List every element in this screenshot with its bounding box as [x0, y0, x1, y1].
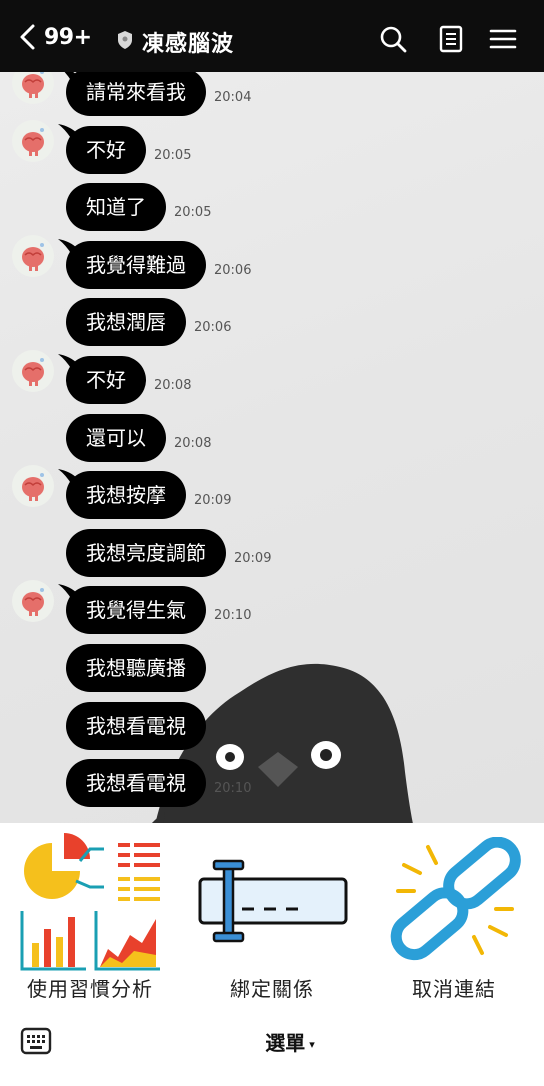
message-bubble[interactable]: 我覺得難過 — [66, 241, 206, 289]
unlink-icon — [390, 837, 521, 961]
bot-avatar[interactable] — [12, 465, 54, 507]
bot-avatar[interactable] — [12, 580, 54, 622]
message-timestamp: 20:06 — [194, 320, 232, 335]
message-timestamp: 20:09 — [234, 551, 272, 566]
chevron-left-icon — [20, 24, 35, 50]
back-button[interactable]: 99+ — [18, 20, 108, 54]
message-bubble[interactable]: 我想按摩 — [66, 471, 186, 519]
bot-avatar[interactable] — [12, 72, 54, 104]
message-row: 我想聽廣播 — [0, 644, 544, 692]
message-bubble[interactable]: 我覺得生氣 — [66, 586, 206, 634]
message-bubble[interactable]: 不好 — [66, 126, 146, 174]
message-timestamp: 20:04 — [214, 90, 252, 105]
message-row: 請常來看我 20:04 — [0, 72, 544, 116]
message-timestamp: 20:10 — [214, 608, 252, 623]
message-bubble[interactable]: 還可以 — [66, 414, 166, 462]
message-row: 還可以 20:08 — [0, 414, 544, 462]
message-row: 不好 20:05 — [0, 120, 544, 174]
message-bubble[interactable]: 我想聽廣播 — [66, 644, 206, 692]
usage-analysis-icon — [20, 833, 160, 971]
hamburger-menu-icon[interactable] — [488, 24, 518, 54]
unlink-button[interactable]: 取消連結 — [364, 823, 544, 1013]
message-timestamp: 20:10 — [214, 781, 252, 796]
message-bubble[interactable]: 我想看電視 — [66, 702, 206, 750]
message-timestamp: 20:05 — [174, 205, 212, 220]
unlink-label: 取消連結 — [412, 977, 496, 1001]
message-bubble[interactable]: 我想看電視 — [66, 759, 206, 807]
search-icon[interactable] — [378, 24, 408, 54]
message-bubble[interactable]: 我想潤唇 — [66, 298, 186, 346]
message-row: 不好 20:08 — [0, 350, 544, 404]
message-timestamp: 20:08 — [154, 378, 192, 393]
bind-relation-icon — [198, 859, 348, 943]
chat-header: 99+ 凍感腦波 — [0, 0, 544, 72]
message-row: 我覺得難過 20:06 — [0, 235, 544, 289]
notes-icon[interactable] — [436, 24, 466, 54]
message-timestamp: 20:06 — [214, 263, 252, 278]
bot-avatar[interactable] — [12, 235, 54, 277]
keyboard-icon[interactable] — [20, 1027, 52, 1055]
message-bubble[interactable]: 知道了 — [66, 183, 166, 231]
message-timestamp: 20:09 — [194, 493, 232, 508]
chat-title: 凍感腦波 — [142, 32, 235, 57]
message-row: 我想看電視 — [0, 702, 544, 750]
menu-toggle-label: 選單 — [265, 1031, 306, 1055]
message-row: 我想潤唇 20:06 — [0, 298, 544, 346]
usage-analysis-button[interactable]: 使用習慣分析 — [0, 823, 180, 1013]
unread-count: 99+ — [44, 24, 92, 50]
message-row: 我想看電視 20:10 — [0, 759, 544, 807]
menu-toggle-button[interactable]: 選單 ▾ — [240, 1027, 340, 1057]
message-timestamp: 20:05 — [154, 148, 192, 163]
message-bubble[interactable]: 不好 — [66, 356, 146, 404]
message-bubble[interactable]: 請常來看我 — [66, 72, 206, 116]
bot-avatar[interactable] — [12, 120, 54, 162]
bind-relation-label: 綁定關係 — [230, 977, 314, 1001]
usage-analysis-label: 使用習慣分析 — [27, 977, 153, 1001]
message-row: 我覺得生氣 20:10 — [0, 580, 544, 634]
caret-down-icon: ▾ — [309, 1038, 315, 1051]
bot-avatar[interactable] — [12, 350, 54, 392]
shield-icon — [118, 31, 132, 49]
message-bubble[interactable]: 我想亮度調節 — [66, 529, 226, 577]
message-row: 我想亮度調節 20:09 — [0, 529, 544, 577]
rich-menu: 使用習慣分析 綁定關係 取消連結 — [0, 823, 544, 1013]
message-row: 我想按摩 20:09 — [0, 465, 544, 519]
bottom-bar: 選單 ▾ — [0, 1013, 544, 1086]
chat-area[interactable]: 請常來看我 20:04 不好 20:05 知道了 20:05 我覺得難過 20:06 我想潤唇 2… — [0, 72, 544, 823]
message-row: 知道了 20:05 — [0, 183, 544, 231]
bind-relation-button[interactable]: 綁定關係 — [180, 823, 364, 1013]
message-timestamp: 20:08 — [174, 436, 212, 451]
